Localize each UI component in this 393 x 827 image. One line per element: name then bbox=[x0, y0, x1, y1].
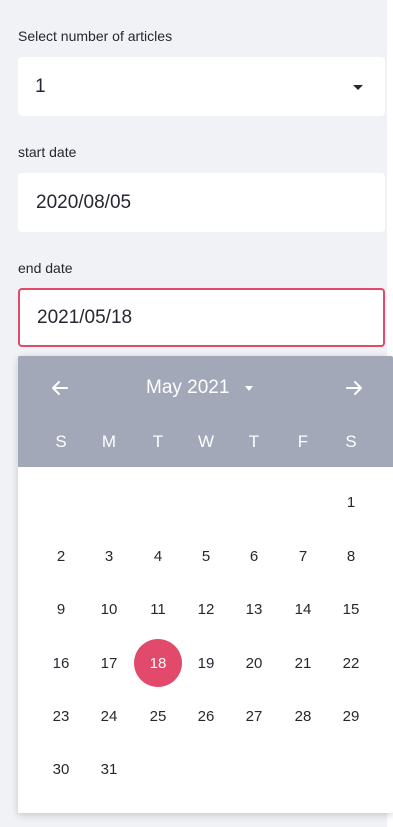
calendar-day[interactable]: 5 bbox=[182, 532, 230, 580]
weekday-header: F bbox=[297, 432, 309, 451]
end-date-input[interactable]: 2021/05/18 bbox=[18, 288, 385, 347]
start-date-label: start date bbox=[18, 144, 77, 160]
month-year-label: May 2021 bbox=[146, 377, 230, 398]
chevron-down-icon bbox=[245, 385, 254, 391]
weekday-header: T bbox=[248, 432, 260, 451]
end-date-value: 2021/05/18 bbox=[37, 306, 133, 328]
calendar-day[interactable]: 26 bbox=[182, 692, 230, 740]
calendar-day[interactable]: 24 bbox=[85, 692, 133, 740]
start-date-input[interactable]: 2020/08/05 bbox=[18, 173, 385, 232]
next-month-button[interactable] bbox=[340, 374, 368, 402]
calendar-day[interactable]: 17 bbox=[85, 639, 133, 687]
articles-select-value: 1 bbox=[35, 75, 46, 97]
calendar-day[interactable]: 15 bbox=[327, 585, 375, 633]
weekday-header: S bbox=[345, 432, 357, 451]
weekday-header: W bbox=[197, 432, 215, 451]
calendar-day[interactable]: 11 bbox=[134, 585, 182, 633]
calendar-day[interactable]: 25 bbox=[134, 692, 182, 740]
date-picker-calendar: May 2021 S M T W T F S 1 2 3 4 5 6 7 8 9… bbox=[18, 356, 393, 813]
calendar-day[interactable]: 3 bbox=[85, 532, 133, 580]
calendar-day[interactable]: 19 bbox=[182, 639, 230, 687]
calendar-day[interactable]: 14 bbox=[279, 585, 327, 633]
calendar-day[interactable]: 10 bbox=[85, 585, 133, 633]
calendar-day[interactable]: 22 bbox=[327, 639, 375, 687]
prev-month-button[interactable] bbox=[46, 374, 74, 402]
month-year-select[interactable]: May 2021 bbox=[146, 374, 254, 402]
calendar-day[interactable]: 13 bbox=[230, 585, 278, 633]
calendar-day[interactable]: 8 bbox=[327, 532, 375, 580]
calendar-day[interactable]: 27 bbox=[230, 692, 278, 740]
calendar-day[interactable]: 20 bbox=[230, 639, 278, 687]
arrow-right-icon bbox=[346, 381, 362, 395]
weekday-header: S bbox=[55, 432, 67, 451]
calendar-day[interactable]: 12 bbox=[182, 585, 230, 633]
arrow-left-icon bbox=[52, 381, 68, 395]
calendar-day[interactable]: 1 bbox=[327, 478, 375, 526]
calendar-day-selected[interactable]: 18 bbox=[134, 639, 182, 687]
weekday-header: M bbox=[101, 432, 117, 451]
calendar-day[interactable]: 7 bbox=[279, 532, 327, 580]
calendar-day[interactable]: 23 bbox=[37, 692, 85, 740]
start-date-value: 2020/08/05 bbox=[36, 191, 132, 213]
calendar-day[interactable]: 16 bbox=[37, 639, 85, 687]
calendar-day[interactable]: 6 bbox=[230, 532, 278, 580]
calendar-day[interactable]: 30 bbox=[37, 745, 85, 793]
articles-label: Select number of articles bbox=[18, 28, 173, 44]
weekday-header: T bbox=[152, 432, 164, 451]
chevron-down-icon bbox=[353, 85, 363, 90]
calendar-day[interactable]: 21 bbox=[279, 639, 327, 687]
calendar-day[interactable]: 29 bbox=[327, 692, 375, 740]
calendar-header: May 2021 S M T W T F S bbox=[18, 356, 393, 467]
articles-select[interactable]: 1 bbox=[18, 57, 385, 116]
calendar-day[interactable]: 2 bbox=[37, 532, 85, 580]
calendar-day[interactable]: 9 bbox=[37, 585, 85, 633]
calendar-day[interactable]: 31 bbox=[85, 745, 133, 793]
calendar-day[interactable]: 4 bbox=[134, 532, 182, 580]
calendar-day[interactable]: 28 bbox=[279, 692, 327, 740]
end-date-label: end date bbox=[18, 260, 73, 276]
